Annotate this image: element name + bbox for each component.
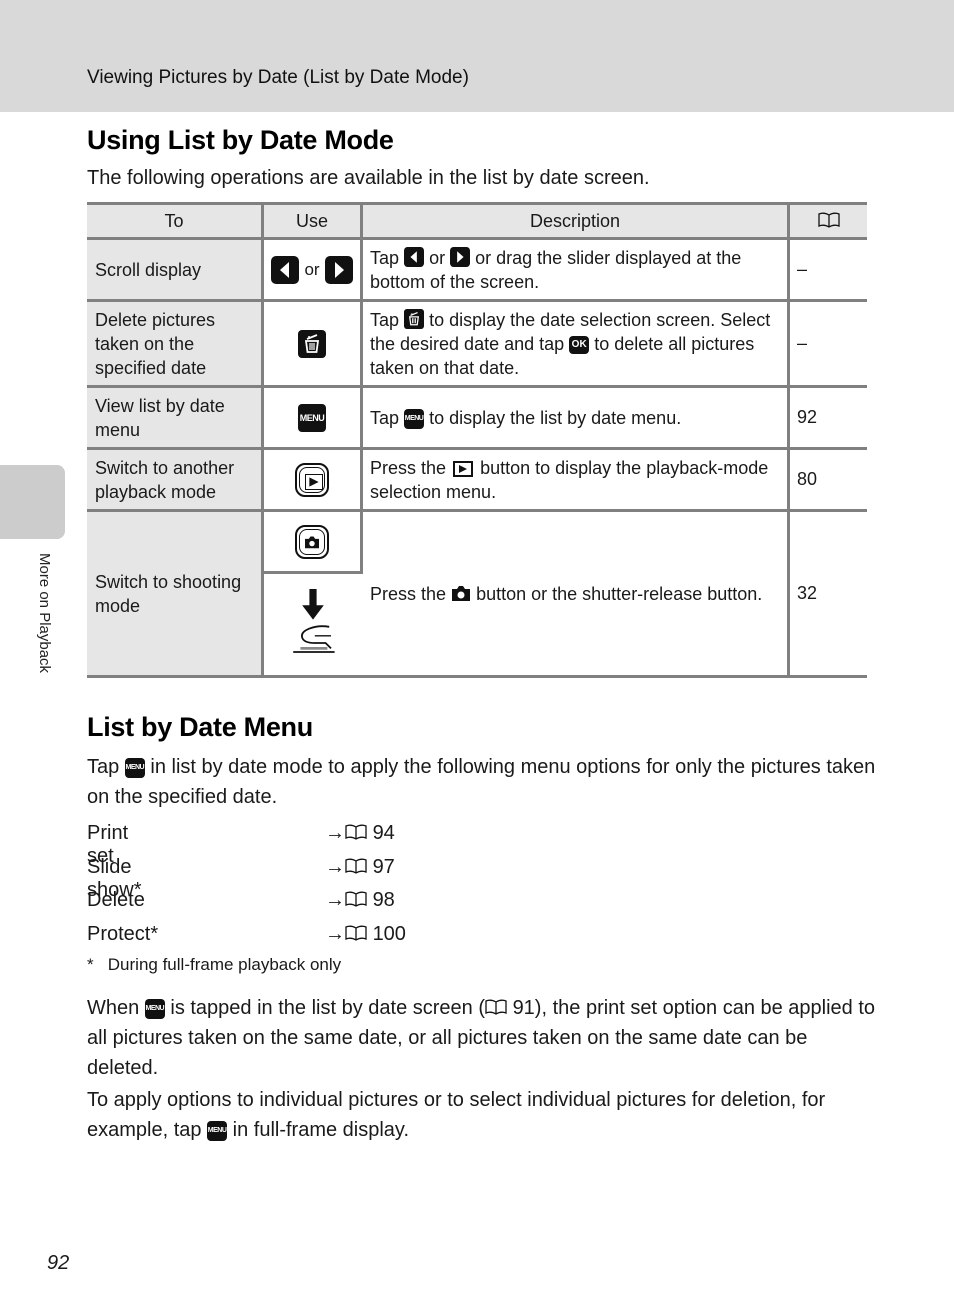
desc-text: or drag the slider displayed at the bott… [370, 247, 742, 292]
row-to: Switch to another playback mode [87, 447, 264, 512]
arrow-icon: → [325, 822, 345, 844]
trash-button-icon [404, 309, 424, 329]
menu-button-icon: MENU [124, 757, 145, 778]
camera-icon [451, 584, 471, 602]
table-row: Switch to shooting mode Press the button… [87, 509, 867, 678]
book-icon [345, 824, 367, 841]
table-row: Delete pictures taken on the specified d… [87, 299, 867, 388]
intro-text: in list by date mode to apply the follow… [87, 756, 876, 808]
row-ref: 80 [788, 447, 867, 512]
running-head: Viewing Pictures by Date (List by Date M… [87, 67, 469, 88]
table-row: Switch to another playback mode Press th… [87, 447, 867, 512]
playback-button-icon [453, 460, 474, 477]
side-tab[interactable] [0, 465, 65, 539]
desc-text: Tap [370, 309, 400, 330]
arrow-icon: → [325, 855, 345, 878]
footnote: * During full-frame playback only [87, 955, 342, 974]
row-description: Tap MENU to display the list by date men… [361, 385, 790, 450]
row-ref: 32 [788, 509, 867, 678]
paragraph-1: When MENU is tapped in the list by date … [87, 993, 877, 1083]
trash-button-icon [298, 329, 326, 359]
row-to: Switch to shooting mode [87, 509, 264, 678]
menu-button-icon: MENU [207, 1120, 228, 1141]
book-icon [345, 858, 367, 875]
row-use [262, 509, 363, 574]
row-use [262, 571, 362, 678]
section2-intro: Tap MENU in list by date mode to apply t… [87, 752, 877, 812]
left-arrow-button-icon [271, 256, 299, 284]
row-use [262, 447, 363, 512]
page-number: 98 [372, 889, 395, 911]
row-ref: 92 [788, 385, 867, 450]
header-use: Use [261, 202, 363, 240]
book-icon [345, 925, 367, 942]
row-to: Delete pictures taken on the specified d… [87, 299, 264, 388]
row-description: Press the button or the shutter-release … [361, 509, 790, 678]
side-tab-label: More on Playback [36, 553, 53, 674]
page-number: 100 [372, 922, 406, 945]
section-intro: The following operations are available i… [87, 167, 650, 189]
book-icon [485, 999, 507, 1016]
ok-button-icon: OK [569, 335, 590, 354]
menu-button-icon: MENU [144, 998, 165, 1019]
intro-text: Tap [87, 756, 120, 778]
book-icon [818, 212, 840, 229]
playback-button-icon [295, 462, 329, 497]
page-reference[interactable]: → 94 [325, 822, 395, 845]
or-text: or [304, 259, 320, 279]
page-number: 92 [47, 1252, 70, 1274]
row-description: Press the button to display the playback… [361, 447, 790, 512]
row-description: Tap to display the date selection screen… [361, 299, 790, 388]
header-ref [787, 202, 867, 240]
operations-table: To Use Description Scroll display or Tap… [87, 202, 867, 678]
page-reference[interactable]: → 98 [325, 889, 395, 912]
desc-text: to display the list by date menu. [429, 407, 682, 428]
menu-button-icon: MENU [404, 408, 425, 429]
arrow-icon: → [325, 922, 345, 945]
row-use [262, 299, 363, 388]
shutter-release-press-icon [287, 589, 339, 661]
para-text: in full-frame display. [232, 1119, 409, 1141]
arrow-icon: → [325, 889, 345, 911]
table-row: View list by date menu MENU Tap MENU to … [87, 385, 867, 450]
paragraph-2: To apply options to individual pictures … [87, 1085, 877, 1145]
page-reference[interactable]: → 100 [325, 923, 406, 946]
desc-text: Press the [370, 583, 447, 604]
shooting-mode-button-icon [295, 524, 329, 559]
table-header-row: To Use Description [87, 202, 867, 240]
row-to: Scroll display [87, 237, 264, 302]
row-description: Tap or or drag the slider displayed at t… [361, 237, 790, 302]
book-icon [345, 891, 367, 908]
row-use: or [262, 237, 363, 302]
desc-text: button or the shutter-release button. [476, 583, 763, 604]
header-band [0, 0, 954, 112]
row-to: View list by date menu [87, 385, 264, 450]
desc-text: Tap [370, 247, 400, 268]
left-arrow-button-icon [404, 247, 424, 267]
header-to: To [87, 202, 264, 240]
page-number: 97 [372, 855, 395, 878]
para-text: When [87, 997, 140, 1019]
header-description: Description [360, 202, 790, 240]
menu-button-icon: MENU [298, 403, 326, 432]
table-row: Scroll display or Tap or or drag the sli… [87, 237, 867, 302]
right-arrow-button-icon [450, 247, 470, 267]
desc-text: or [429, 247, 446, 268]
section-title-list-by-date-menu: List by Date Menu [87, 712, 313, 742]
section-title-using-list-by-date: Using List by Date Mode [87, 125, 394, 155]
menu-option-label: Delete [87, 889, 145, 911]
para-text: To apply options to individual pictures … [87, 1089, 826, 1141]
row-ref: – [788, 237, 867, 302]
menu-option-label: Protect* [87, 922, 159, 945]
page-reference[interactable]: → 97 [325, 856, 395, 879]
row-use: MENU [262, 385, 363, 450]
para-text: is tapped in the list by date screen ( [170, 997, 485, 1019]
right-arrow-button-icon [325, 256, 353, 284]
row-ref: – [788, 299, 867, 388]
desc-text: Press the [370, 457, 447, 478]
page-number: 94 [372, 822, 395, 844]
desc-text: Tap [370, 407, 400, 428]
